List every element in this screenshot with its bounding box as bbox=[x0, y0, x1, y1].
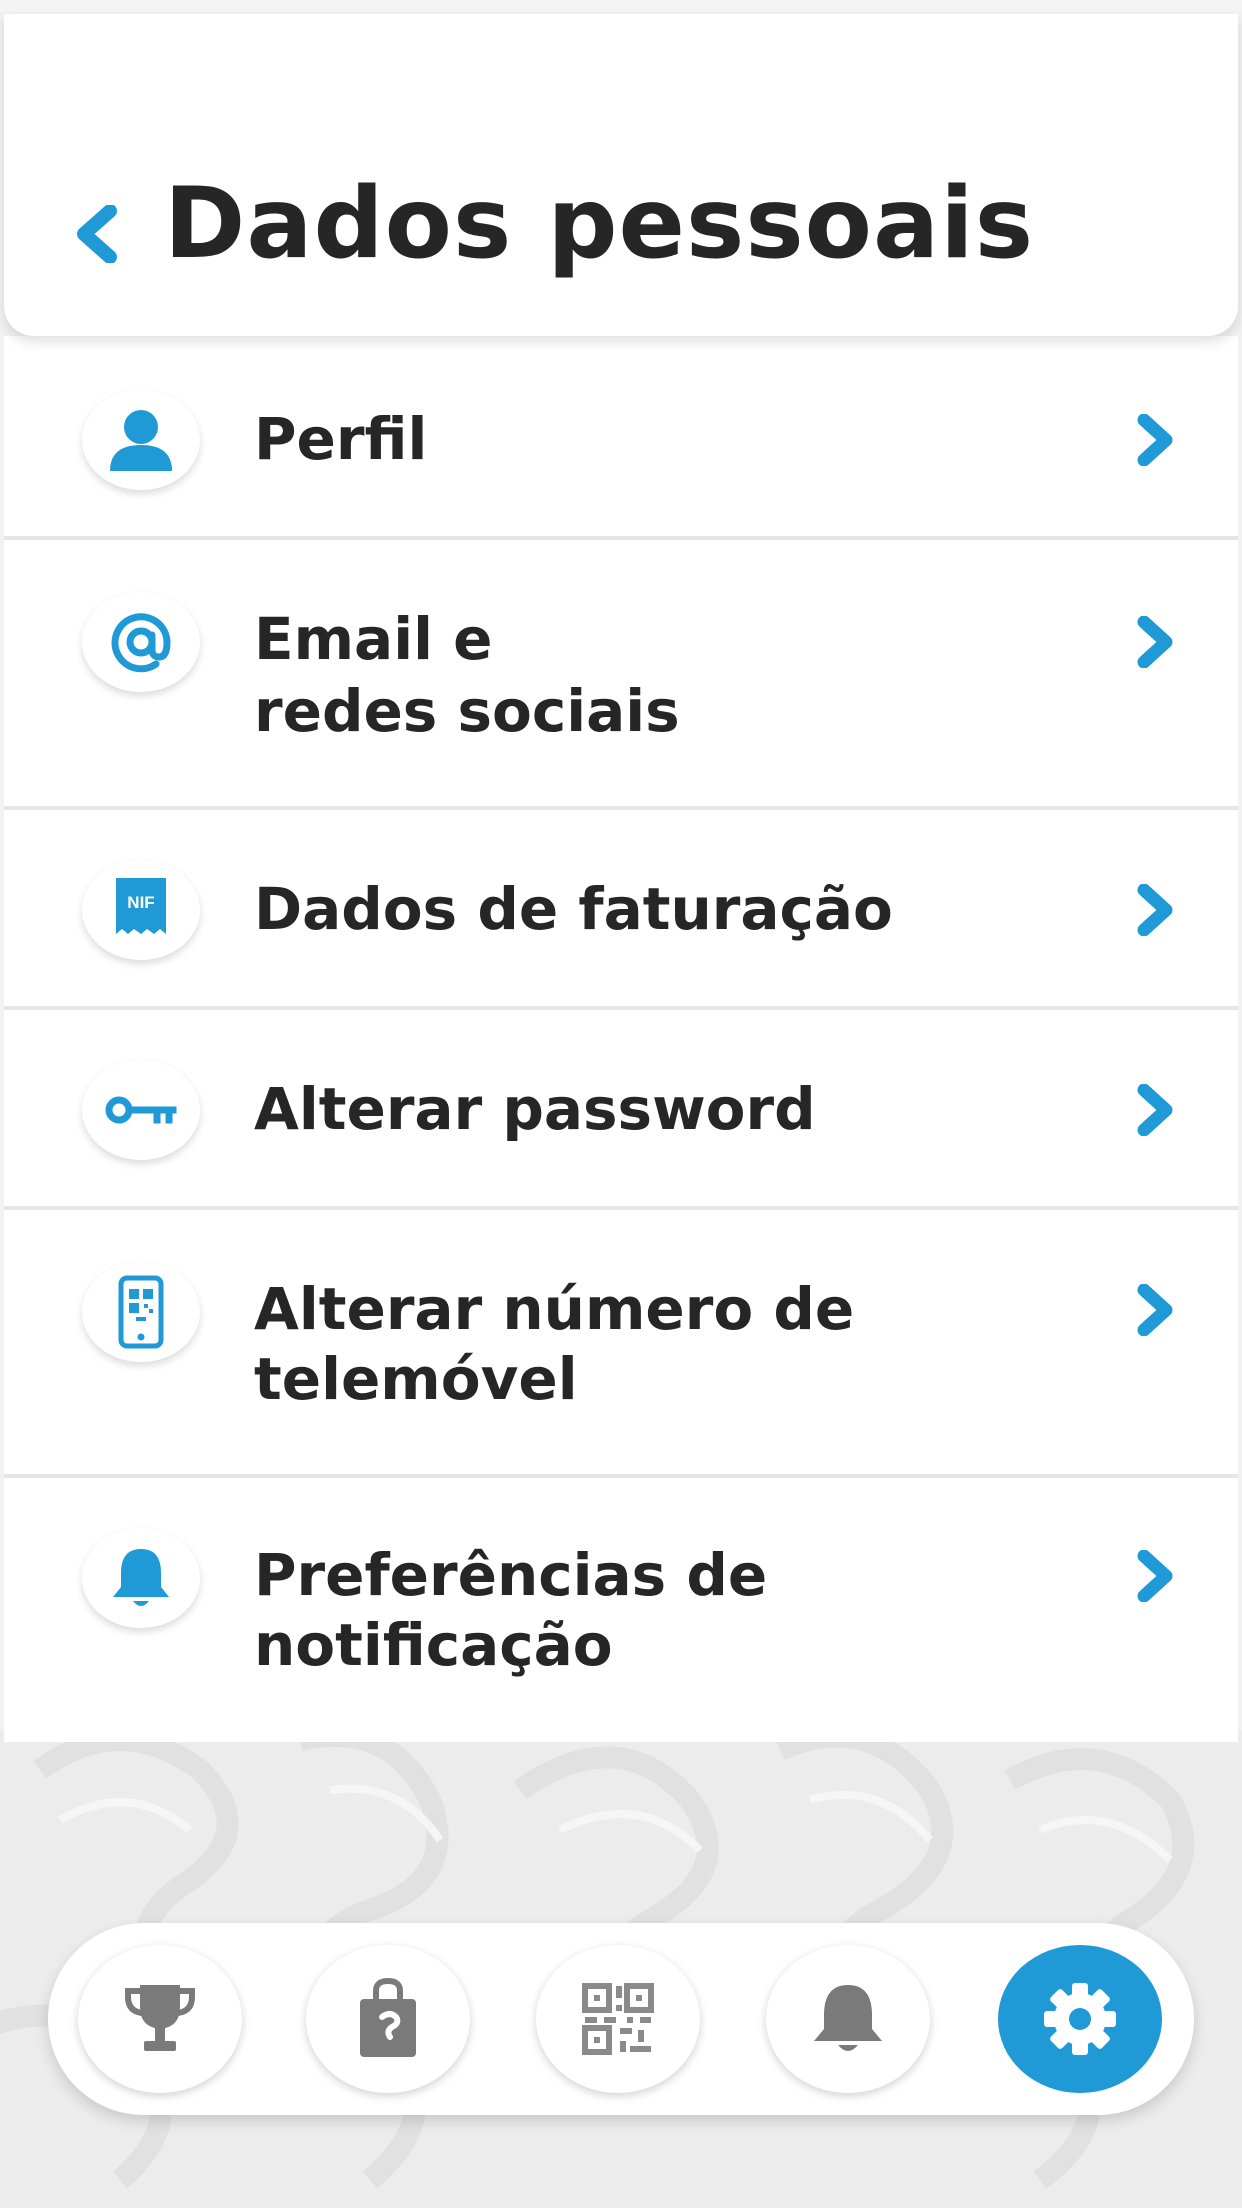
nav-trophy-button[interactable] bbox=[78, 1945, 242, 2093]
chevron-right-icon bbox=[1124, 880, 1184, 940]
menu-item-label: Alterar número de bbox=[254, 1275, 855, 1343]
menu-item-email-social[interactable]: Email e redes sociais bbox=[4, 540, 1238, 810]
nav-notifications-button[interactable] bbox=[766, 1945, 930, 2093]
chevron-left-icon bbox=[77, 205, 117, 263]
at-sign-icon bbox=[82, 592, 200, 692]
key-icon bbox=[82, 1060, 200, 1160]
user-icon bbox=[82, 390, 200, 490]
menu-item-notification-preferences[interactable]: Preferências de notificação bbox=[4, 1478, 1238, 1742]
screen: Dados pessoais Perfil Email e redes soci… bbox=[0, 0, 1242, 2208]
chevron-right-icon bbox=[1124, 612, 1184, 672]
shopping-bag-icon bbox=[360, 1977, 416, 2057]
menu-item-change-phone[interactable]: Alterar número de telemóvel bbox=[4, 1210, 1238, 1478]
mobile-qr-icon bbox=[82, 1262, 200, 1362]
bottom-nav bbox=[48, 1923, 1194, 2115]
menu-item-label-line2: redes sociais bbox=[254, 677, 680, 745]
page-title: Dados pessoais bbox=[164, 167, 1035, 281]
gear-icon bbox=[1044, 1983, 1116, 2055]
chevron-right-icon bbox=[1124, 1080, 1184, 1140]
trophy-icon bbox=[125, 1985, 195, 2051]
menu-item-label: Email e bbox=[254, 605, 493, 673]
menu-item-label: Dados de faturação bbox=[254, 875, 893, 943]
nif-label: NIF bbox=[127, 893, 154, 912]
nav-shop-button[interactable] bbox=[306, 1945, 470, 2093]
menu-item-perfil[interactable]: Perfil bbox=[4, 336, 1238, 540]
menu-item-label-line2: telemóvel bbox=[254, 1345, 578, 1413]
menu-item-change-password[interactable]: Alterar password bbox=[4, 1010, 1238, 1210]
bell-icon bbox=[814, 1985, 882, 2051]
status-strip bbox=[0, 0, 1242, 12]
back-button[interactable] bbox=[66, 199, 126, 269]
menu-item-label: Alterar password bbox=[254, 1075, 816, 1143]
menu-item-label-line2: notificação bbox=[254, 1611, 613, 1679]
chevron-right-icon bbox=[1124, 1546, 1184, 1606]
menu-item-label: Preferências de bbox=[254, 1541, 768, 1609]
bell-icon bbox=[82, 1528, 200, 1628]
nav-settings-button[interactable] bbox=[998, 1945, 1162, 2093]
qr-code-icon bbox=[582, 1983, 654, 2055]
chevron-right-icon bbox=[1124, 410, 1184, 470]
settings-list: Perfil Email e redes sociais NIF Dados d… bbox=[4, 336, 1238, 1742]
nav-qr-button[interactable] bbox=[536, 1945, 700, 2093]
menu-item-label: Perfil bbox=[254, 405, 428, 473]
header: Dados pessoais bbox=[4, 14, 1238, 336]
menu-item-billing[interactable]: NIF Dados de faturação bbox=[4, 810, 1238, 1010]
chevron-right-icon bbox=[1124, 1280, 1184, 1340]
nif-receipt-icon: NIF bbox=[82, 860, 200, 960]
